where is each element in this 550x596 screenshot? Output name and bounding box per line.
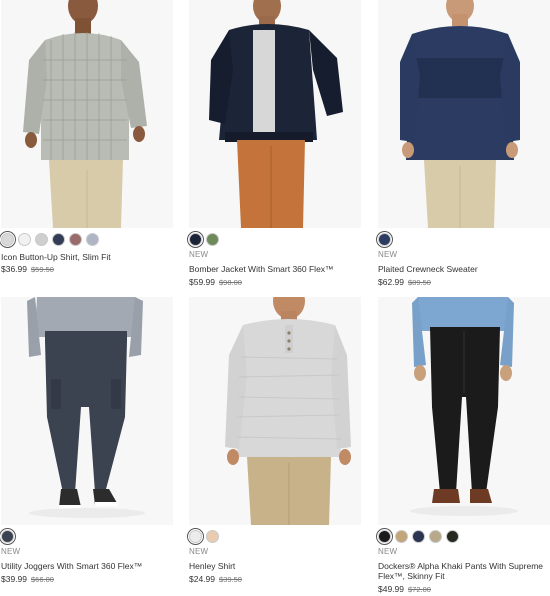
color-swatch[interactable] [86, 233, 99, 246]
original-price: $39.50 [219, 575, 242, 584]
product-name[interactable]: Utility Joggers With Smart 360 Flex™ [1, 561, 173, 571]
color-swatch[interactable] [206, 530, 219, 543]
sale-price: $24.99 [189, 574, 215, 584]
joggers-model-icon [1, 297, 173, 525]
new-badge: NEW [378, 250, 398, 259]
product-card[interactable]: Icon Button-Up Shirt, Slim Fit $36.99 $59… [1, 0, 173, 296]
product-card[interactable]: NEW Bomber Jacket With Smart 360 Flex™ $… [189, 0, 361, 296]
color-swatch[interactable] [1, 233, 14, 246]
color-swatches [189, 530, 219, 543]
color-swatch[interactable] [412, 530, 425, 543]
color-swatches [378, 233, 391, 246]
color-swatch[interactable] [446, 530, 459, 543]
product-prices: $59.99 $98.00 [189, 277, 242, 287]
product-prices: $39.99 $66.00 [1, 574, 54, 584]
color-swatches [189, 233, 219, 246]
sale-price: $39.99 [1, 574, 27, 584]
product-name[interactable]: Plaited Crewneck Sweater [378, 264, 550, 274]
product-grid: Icon Button-Up Shirt, Slim Fit $36.99 $59… [0, 0, 550, 596]
color-swatches [1, 530, 14, 543]
color-swatch[interactable] [206, 233, 219, 246]
original-price: $66.00 [31, 575, 54, 584]
new-badge: NEW [189, 250, 209, 259]
color-swatch[interactable] [18, 233, 31, 246]
sale-price: $36.99 [1, 264, 27, 274]
original-price: $59.50 [31, 265, 54, 274]
product-image[interactable] [378, 297, 550, 525]
product-image[interactable] [189, 0, 361, 228]
original-price: $89.50 [408, 278, 431, 287]
product-image[interactable] [378, 0, 550, 228]
sale-price: $49.99 [378, 584, 404, 594]
product-name[interactable]: Icon Button-Up Shirt, Slim Fit [1, 252, 173, 262]
color-swatch[interactable] [395, 530, 408, 543]
product-image[interactable] [1, 0, 173, 228]
color-swatch[interactable] [378, 530, 391, 543]
product-card[interactable]: NEW Plaited Crewneck Sweater $62.99 $89.5… [378, 0, 550, 296]
color-swatch[interactable] [1, 530, 14, 543]
henley-shirt-model-icon [189, 297, 361, 525]
color-swatch[interactable] [35, 233, 48, 246]
color-swatch[interactable] [52, 233, 65, 246]
new-badge: NEW [1, 547, 21, 556]
color-swatch[interactable] [429, 530, 442, 543]
sale-price: $62.99 [378, 277, 404, 287]
color-swatch[interactable] [378, 233, 391, 246]
color-swatches [1, 233, 99, 246]
new-badge: NEW [189, 547, 209, 556]
original-price: $72.00 [408, 585, 431, 594]
product-prices: $62.99 $89.50 [378, 277, 431, 287]
product-image[interactable] [1, 297, 173, 525]
product-prices: $49.99 $72.00 [378, 584, 431, 594]
product-card[interactable]: NEW Henley Shirt $24.99 $39.50 [189, 297, 361, 596]
product-card[interactable]: NEW Utility Joggers With Smart 360 Flex™… [1, 297, 173, 596]
khaki-pants-model-icon [378, 297, 550, 525]
product-name[interactable]: Henley Shirt [189, 561, 361, 571]
product-name[interactable]: Bomber Jacket With Smart 360 Flex™ [189, 264, 361, 274]
crewneck-sweater-model-icon [378, 0, 550, 228]
color-swatch[interactable] [189, 530, 202, 543]
color-swatch[interactable] [69, 233, 82, 246]
new-badge: NEW [378, 547, 398, 556]
plaid-shirt-model-icon [1, 0, 173, 228]
product-prices: $36.99 $59.50 [1, 264, 54, 274]
original-price: $98.00 [219, 278, 242, 287]
product-prices: $24.99 $39.50 [189, 574, 242, 584]
product-image[interactable] [189, 297, 361, 525]
product-name[interactable]: Dockers® Alpha Khaki Pants With Supreme … [378, 561, 550, 581]
sale-price: $59.99 [189, 277, 215, 287]
product-card[interactable]: NEW Dockers® Alpha Khaki Pants With Supr… [378, 297, 550, 596]
color-swatch[interactable] [189, 233, 202, 246]
color-swatches [378, 530, 459, 543]
bomber-jacket-model-icon [189, 0, 361, 228]
